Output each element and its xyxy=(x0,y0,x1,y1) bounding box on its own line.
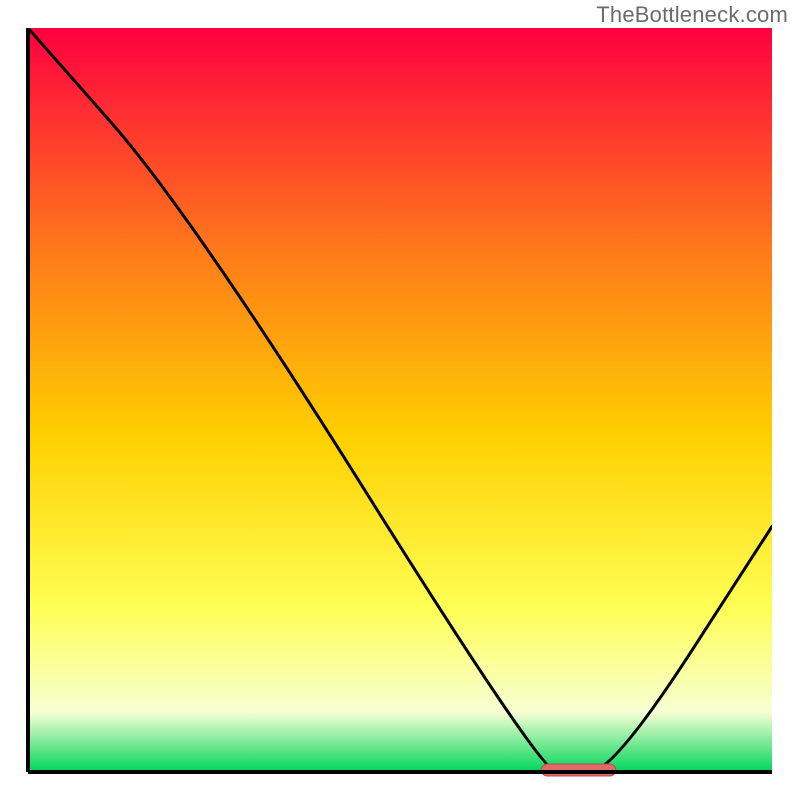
chart-stage: TheBottleneck.com xyxy=(0,0,800,800)
bottleneck-chart xyxy=(0,0,800,800)
plot-background xyxy=(28,28,772,772)
